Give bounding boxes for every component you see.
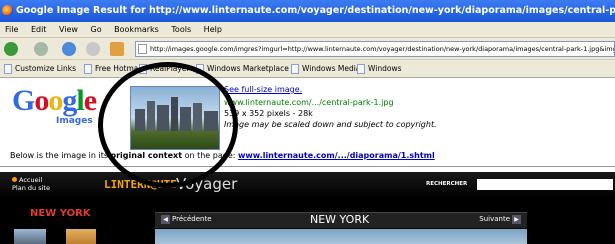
reload-icon[interactable] [62, 42, 76, 56]
next-button[interactable]: Suivante ▶ [479, 215, 523, 224]
menu-help[interactable]: Help [199, 22, 227, 38]
city-heading: NEW YORK [30, 208, 91, 219]
site-thumbnail[interactable] [66, 229, 96, 244]
slideshow-title: NEW YORK [310, 213, 370, 226]
chevron-left-icon: ◀ [161, 215, 170, 224]
chevron-right-icon: ▶ [512, 215, 521, 224]
page-icon [138, 44, 147, 54]
bookmark-icon [357, 64, 365, 74]
google-images-label: Images [56, 116, 93, 126]
previous-button[interactable]: ◀ Précédente [159, 215, 212, 224]
slideshow-nav-bar: ◀ Précédente NEW YORK Suivante ▶ [155, 212, 527, 228]
window-titlebar: Google Image Result for http://www.linte… [0, 0, 615, 22]
bookmark-windows-media[interactable]: Windows Media [291, 63, 360, 75]
stop-icon[interactable] [86, 42, 100, 56]
site-header: Accueil Plan du site LINTERN@UTE Voyager… [0, 172, 615, 198]
back-icon[interactable] [4, 42, 18, 56]
navigation-toolbar: http://images.google.com/imgres?imgurl=h… [0, 38, 615, 60]
bookmarks-toolbar: Customize Links Free Hotmail RealPlayer … [0, 60, 615, 78]
embedded-page: Accueil Plan du site LINTERN@UTE Voyager… [0, 172, 615, 244]
search-label: RECHERCHER [426, 181, 468, 187]
divider [0, 166, 615, 167]
google-logo[interactable]: Google [12, 86, 97, 116]
site-home-links: Accueil Plan du site [12, 176, 50, 192]
highlight-circle [98, 62, 238, 188]
menu-file[interactable]: File [0, 22, 23, 38]
firefox-icon [2, 5, 13, 16]
plan-du-site-link[interactable]: Plan du site [12, 184, 50, 192]
home-icon[interactable] [110, 42, 124, 56]
home-dot-icon [12, 177, 17, 182]
copyright-note: Image may be scaled down and subject to … [224, 120, 437, 129]
bookmark-icon [4, 64, 12, 74]
address-text: http://images.google.com/imgres?imgurl=h… [150, 45, 615, 53]
bookmark-icon [291, 64, 299, 74]
bookmark-windows[interactable]: Windows [357, 63, 401, 75]
see-full-size-link[interactable]: See full-size image. [224, 85, 302, 95]
menu-edit[interactable]: Edit [26, 22, 52, 38]
menu-tools[interactable]: Tools [166, 22, 196, 38]
menu-bookmarks[interactable]: Bookmarks [109, 22, 164, 38]
slideshow-image [155, 229, 527, 244]
site-thumbnail[interactable] [14, 229, 46, 244]
bookmark-customize-links[interactable]: Customize Links [4, 63, 76, 75]
menu-go[interactable]: Go [86, 22, 107, 38]
address-bar[interactable]: http://images.google.com/imgres?imgurl=h… [135, 41, 615, 57]
accueil-link[interactable]: Accueil [12, 176, 50, 184]
source-url: www.linternaute.com/.../central-park-1.j… [224, 98, 394, 107]
bookmark-windows-marketplace[interactable]: Windows Marketplace [196, 63, 289, 75]
menu-bar: File Edit View Go Bookmarks Tools Help [0, 22, 615, 38]
site-search-input[interactable] [477, 179, 613, 190]
window-title: Google Image Result for http://www.linte… [16, 5, 615, 16]
bookmark-icon [84, 64, 92, 74]
original-page-link[interactable]: www.linternaute.com/.../diaporama/1.shtm… [238, 151, 435, 160]
menu-view[interactable]: View [54, 22, 83, 38]
forward-icon[interactable] [34, 42, 48, 56]
